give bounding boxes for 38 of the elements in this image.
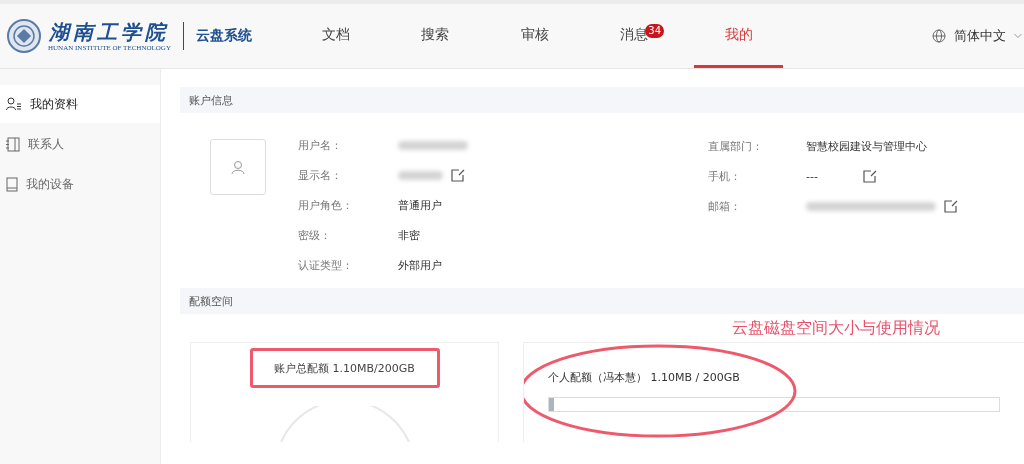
field-value: 普通用户 xyxy=(398,198,443,213)
sidebar-item[interactable]: 我的设备 xyxy=(0,165,160,203)
personal-quota-text: 个人配额（冯本慧） 1.10MB / 200GB xyxy=(548,370,741,385)
total-quota-text: 账户总配额 1.10MB/200GB xyxy=(274,360,415,376)
nav-tab[interactable]: 审核 xyxy=(485,4,585,68)
edit-icon[interactable] xyxy=(863,169,877,183)
field-label: 直属部门： xyxy=(708,138,764,154)
field-label: 显示名： xyxy=(298,168,343,184)
user-list-icon xyxy=(6,97,22,111)
field-label: 用户角色： xyxy=(298,198,354,213)
sidebar-item[interactable]: 我的资料 xyxy=(0,85,160,123)
nav-tab[interactable]: 文档 xyxy=(286,4,386,68)
tablet-icon xyxy=(6,176,18,192)
nav-tab[interactable]: 我的 xyxy=(694,4,783,68)
section-header: 账户信息 xyxy=(180,87,1024,113)
field-label: 用户名： xyxy=(298,138,343,154)
user-icon xyxy=(231,159,245,175)
product-name: 云盘系统 xyxy=(195,27,252,45)
edit-icon[interactable] xyxy=(944,199,958,213)
field-label: 手机： xyxy=(708,168,742,184)
school-name: 湖南工学院 xyxy=(49,20,170,44)
globe-icon[interactable] xyxy=(932,29,946,43)
language-selector[interactable]: 简体中文 xyxy=(954,27,1006,45)
field-label: 认证类型： xyxy=(298,257,354,273)
field-label: 密级： xyxy=(298,227,332,243)
count-badge: 34 xyxy=(645,24,664,38)
annotation-text: 云盘磁盘空间大小与使用情况 xyxy=(731,316,941,339)
field-value: --- xyxy=(806,169,819,183)
field-value: 外部用户 xyxy=(398,257,443,273)
field-value: 智慧校园建设与管理中心 xyxy=(806,138,927,154)
address-book-icon xyxy=(6,136,20,152)
emblem-icon xyxy=(6,18,42,54)
section-header: 配额空间 xyxy=(180,288,1024,314)
field-label: 邮箱： xyxy=(708,198,742,214)
nav-tab[interactable]: 搜索 xyxy=(385,4,485,68)
sidebar-item[interactable]: 联系人 xyxy=(0,125,160,163)
edit-icon[interactable] xyxy=(451,169,465,183)
field-value: 非密 xyxy=(398,227,421,243)
